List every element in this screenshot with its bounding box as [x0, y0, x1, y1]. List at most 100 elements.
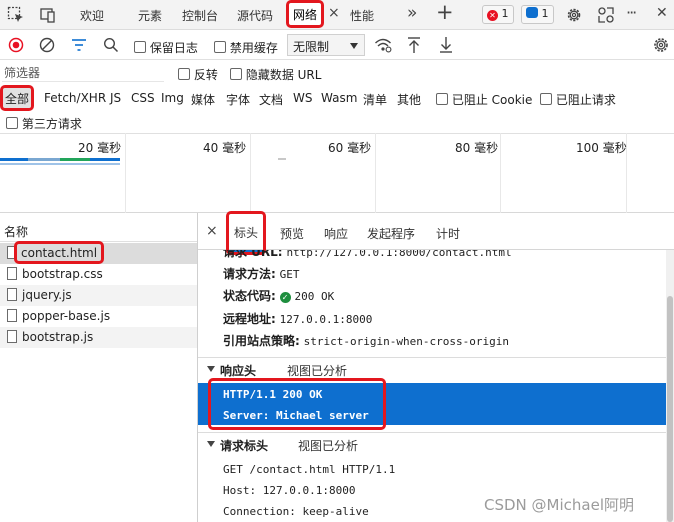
blocked-cookies-label: 已阻止 Cookie [451, 93, 533, 107]
preserve-log-label: 保留日志 [149, 41, 198, 55]
tab-sources[interactable]: 源代码 [237, 7, 273, 24]
record-icon[interactable] [8, 37, 24, 53]
error-count-badge[interactable]: ✕ 1 [482, 5, 514, 24]
tab-network[interactable]: 网络 [285, 0, 325, 28]
request-row-selected[interactable]: contact.html [0, 241, 197, 264]
import-icon[interactable] [406, 36, 422, 54]
blocked-requests-box[interactable] [540, 93, 552, 105]
type-js-button[interactable]: JS [110, 91, 121, 105]
close-tab-icon[interactable]: × [328, 5, 340, 21]
tab-performance[interactable]: 性能 [350, 7, 374, 24]
overview-bar [28, 158, 60, 161]
expand-arrow-icon [207, 366, 215, 372]
overview-gridline [375, 133, 376, 213]
response-view-parsed-link[interactable]: 视图已分析 [287, 362, 347, 379]
disable-cache-label: 禁用缓存 [229, 41, 278, 55]
tab-elements[interactable]: 元素 [138, 7, 162, 24]
overview-tick-label: 100 毫秒 [576, 141, 627, 155]
filter-input[interactable] [2, 64, 164, 82]
general-section: 请求 URL: http://127.0.0.1:8000/contact.ht… [198, 250, 666, 354]
tab-response[interactable]: 响应 [324, 225, 348, 242]
type-other-button[interactable]: 其他 [397, 91, 421, 108]
export-icon[interactable] [438, 36, 454, 54]
document-icon [7, 246, 17, 259]
request-headers-section-header[interactable]: 请求标头 视图已分析 [198, 432, 666, 456]
more-tabs-icon[interactable]: » [407, 3, 417, 23]
name-column-header[interactable]: 名称 [0, 220, 198, 242]
tab-initiator[interactable]: 发起程序 [367, 225, 415, 242]
third-party-box[interactable] [6, 117, 18, 129]
network-conditions-icon[interactable] [374, 37, 392, 53]
message-count-badge[interactable]: 1 [521, 5, 554, 24]
tab-console[interactable]: 控制台 [182, 7, 218, 24]
close-devtools-icon[interactable]: ✕ [656, 5, 668, 21]
overview-tick-label: 80 毫秒 [455, 141, 499, 155]
throttling-select[interactable]: 无限制 [287, 34, 365, 56]
type-font-button[interactable]: 字体 [226, 91, 250, 108]
type-media-button[interactable]: 媒体 [191, 91, 215, 108]
close-detail-icon[interactable]: × [206, 223, 218, 239]
customize-icon[interactable] [596, 5, 616, 25]
request-connection-header: Connection: keep-alive [223, 505, 369, 518]
referrer-policy-label: 引用站点策略: [223, 334, 300, 348]
type-wasm-button[interactable]: Wasm [321, 91, 357, 105]
search-icon[interactable] [103, 37, 119, 53]
hide-data-urls-checkbox[interactable]: 隐藏数据 URL [230, 66, 321, 83]
chevron-down-icon [350, 43, 358, 49]
request-row[interactable]: bootstrap.js [0, 327, 197, 348]
more-options-icon[interactable]: ··· [626, 3, 637, 22]
remote-address-label: 远程地址: [223, 312, 276, 326]
type-img-button[interactable]: Img [161, 91, 184, 105]
type-doc-button[interactable]: 文档 [259, 91, 283, 108]
tab-welcome[interactable]: 欢迎 [80, 7, 104, 24]
invert-box[interactable] [178, 68, 190, 80]
device-emulation-icon[interactable] [38, 5, 58, 25]
expand-arrow-icon [207, 441, 215, 447]
preserve-log-box[interactable] [134, 41, 146, 53]
type-ws-button[interactable]: WS [293, 91, 312, 105]
preserve-log-checkbox[interactable]: 保留日志 [134, 39, 198, 56]
settings-icon[interactable] [564, 5, 584, 25]
response-server-header: Server: Michael server [223, 409, 369, 422]
blocked-cookies-checkbox[interactable]: 已阻止 Cookie [436, 91, 532, 108]
request-url-label: 请求 URL: [223, 250, 283, 259]
document-icon [7, 267, 17, 280]
request-row[interactable]: popper-base.js [0, 306, 197, 327]
inspect-icon[interactable] [6, 5, 26, 25]
network-settings-icon[interactable] [652, 36, 670, 54]
detail-scrollbar-thumb[interactable] [667, 296, 673, 522]
tab-preview[interactable]: 预览 [280, 225, 304, 242]
throttling-value: 无限制 [293, 40, 330, 54]
status-code-label: 状态代码: [223, 289, 276, 303]
remote-address-value: 127.0.0.1:8000 [279, 313, 373, 326]
watermark: CSDN @Michael阿明 [484, 496, 634, 514]
request-row[interactable]: jquery.js [0, 285, 197, 306]
request-method-label: 请求方法: [223, 267, 276, 281]
clear-icon[interactable] [39, 37, 55, 53]
type-manifest-button[interactable]: 清单 [363, 91, 387, 108]
response-status-line: HTTP/1.1 200 OK [223, 388, 323, 401]
hide-data-urls-label: 隐藏数据 URL [245, 68, 322, 82]
filter-icon[interactable] [71, 38, 87, 52]
tab-timing[interactable]: 计时 [436, 225, 460, 242]
type-fetch-xhr-button[interactable]: Fetch/XHR [44, 91, 106, 105]
invert-checkbox[interactable]: 反转 [178, 66, 218, 83]
request-row[interactable]: bootstrap.css [0, 264, 197, 285]
request-headers-title: 请求标头 [220, 439, 269, 453]
blocked-requests-checkbox[interactable]: 已阻止请求 [540, 91, 616, 108]
type-css-button[interactable]: CSS [131, 91, 155, 105]
request-name: jquery.js [22, 288, 72, 302]
type-all-button[interactable]: 全部 [0, 85, 35, 111]
tab-headers[interactable]: 标头 [225, 211, 267, 255]
add-tab-icon[interactable]: + [436, 0, 454, 24]
request-view-parsed-link[interactable]: 视图已分析 [298, 437, 358, 454]
status-code-row: 状态代码: ✓ 200 OK [223, 287, 334, 304]
document-icon [7, 330, 17, 343]
third-party-checkbox[interactable]: 第三方请求 [6, 115, 82, 132]
disable-cache-checkbox[interactable]: 禁用缓存 [214, 39, 278, 56]
blocked-cookies-box[interactable] [436, 93, 448, 105]
hide-data-urls-box[interactable] [230, 68, 242, 80]
response-headers-section-header[interactable]: 响应头 视图已分析 [198, 357, 666, 381]
overview-gridline [125, 133, 126, 213]
disable-cache-box[interactable] [214, 41, 226, 53]
